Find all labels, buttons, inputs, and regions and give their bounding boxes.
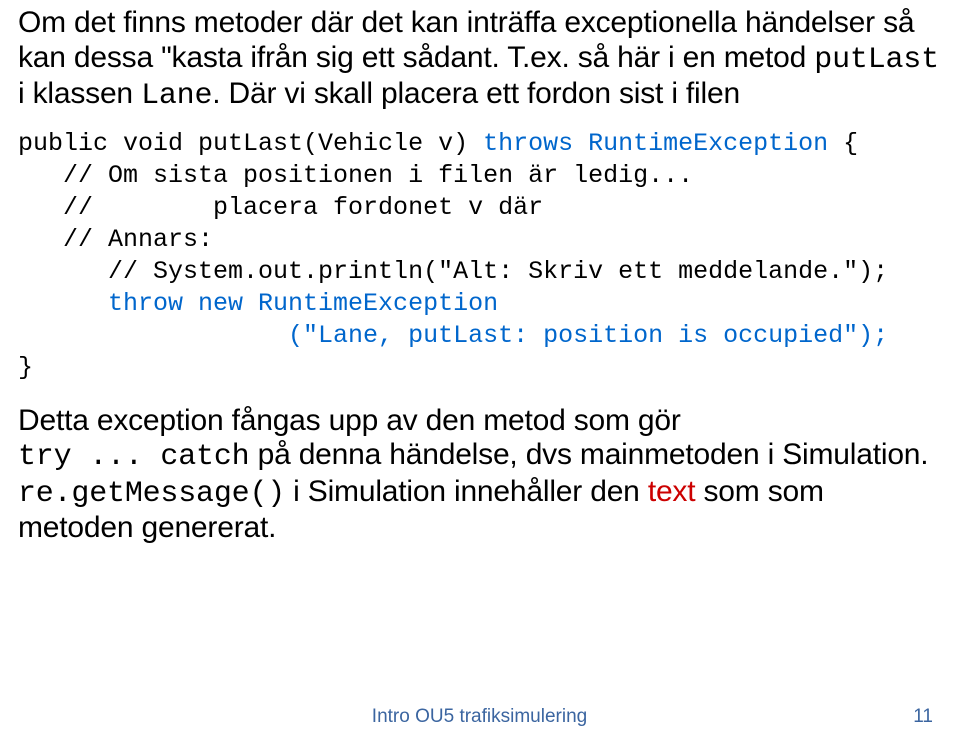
code-keyword-throws: throws RuntimeException xyxy=(483,129,828,158)
highlight-text: text xyxy=(648,475,696,508)
code-line: // Annars: xyxy=(18,225,213,254)
document-page: Om det finns metoder där det kan inträff… xyxy=(0,0,959,736)
explanation-paragraph: Detta exception fångas upp av den metod … xyxy=(18,404,941,546)
inline-code-lane: Lane xyxy=(141,79,212,113)
inline-code-getmessage: re.getMessage() xyxy=(18,477,285,511)
intro-paragraph: Om det finns metoder där det kan inträff… xyxy=(18,6,941,114)
code-block: public void putLast(Vehicle v) throws Ru… xyxy=(18,128,941,384)
code-line: // Om sista positionen i filen är ledig.… xyxy=(18,161,693,190)
inline-code-putlast: putLast xyxy=(814,43,939,77)
code-line: public void putLast(Vehicle v) xyxy=(18,129,483,158)
inline-code-trycatch: try ... catch xyxy=(18,440,249,474)
code-line: // System.out.println("Alt: Skriv ett me… xyxy=(18,257,888,286)
text: i klassen xyxy=(18,77,141,110)
text: . Där vi skall placera ett fordon sist i… xyxy=(212,77,740,110)
code-line: // placera fordonet v där xyxy=(18,193,543,222)
code-line: } xyxy=(18,353,33,382)
code-throw-line: throw new RuntimeException xyxy=(18,289,498,318)
text: Om det finns metoder där det kan inträff… xyxy=(18,6,914,74)
page-number: 11 xyxy=(913,706,933,728)
code-line: { xyxy=(828,129,858,158)
text: på denna händelse, dvs mainmetoden i Sim… xyxy=(249,438,928,471)
code-throw-arg: ("Lane, putLast: position is occupied"); xyxy=(18,321,888,350)
footer-title: Intro OU5 trafiksimulering xyxy=(0,706,959,728)
text: Detta exception fångas upp av den metod … xyxy=(18,404,681,437)
text: i Simulation innehåller den xyxy=(285,475,648,508)
